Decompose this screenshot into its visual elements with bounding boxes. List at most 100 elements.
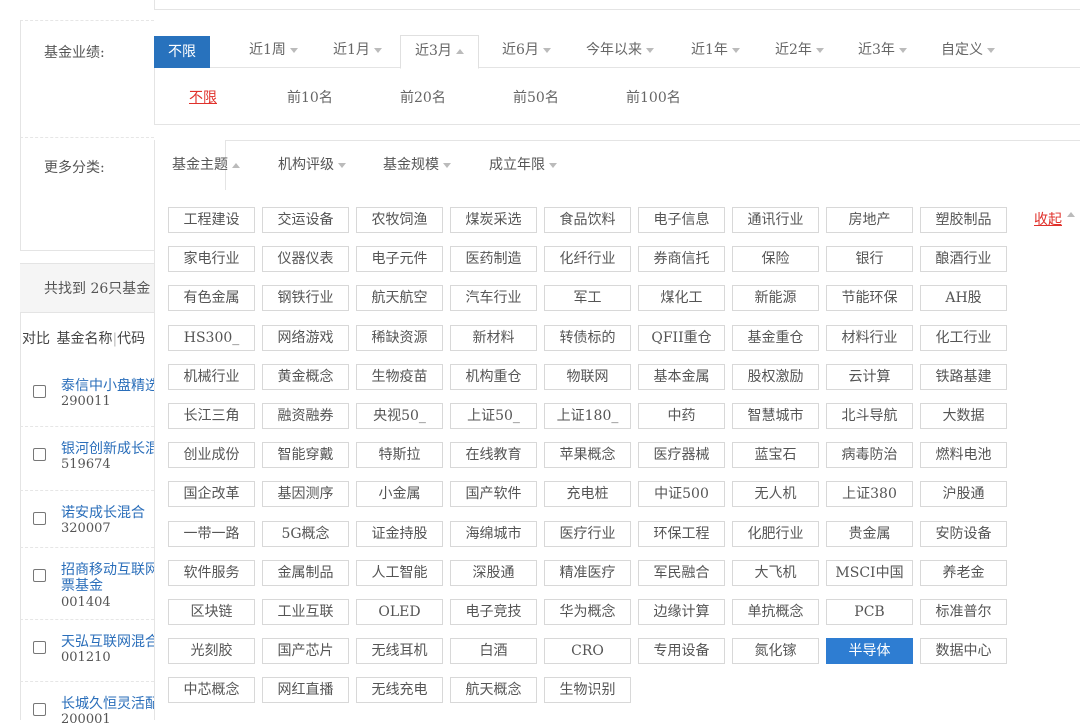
theme-tag[interactable]: 酿酒行业: [920, 246, 1007, 273]
theme-tag[interactable]: 小金属: [356, 481, 443, 508]
theme-tag[interactable]: AH股: [920, 285, 1007, 312]
fund-name-link[interactable]: 银河创新成长混合: [61, 438, 154, 458]
theme-tag[interactable]: 基因测序: [262, 481, 349, 508]
theme-tag[interactable]: 数据中心: [920, 638, 1007, 665]
compare-checkbox[interactable]: [33, 703, 46, 716]
theme-tag[interactable]: 无人机: [732, 481, 819, 508]
theme-tag[interactable]: 稀缺资源: [356, 324, 443, 351]
theme-tag[interactable]: 5G概念: [262, 520, 349, 547]
col-name[interactable]: 基金名称: [56, 331, 112, 347]
theme-tag[interactable]: 无线充电: [356, 677, 443, 704]
theme-tag[interactable]: 网红直播: [262, 677, 349, 704]
theme-tag[interactable]: 在线教育: [450, 442, 537, 469]
theme-tag[interactable]: 贵金属: [826, 520, 913, 547]
category-tab-3[interactable]: 成立年限: [489, 154, 557, 174]
theme-tag[interactable]: 精准医疗: [544, 559, 631, 586]
category-tab-1[interactable]: 机构评级: [278, 154, 346, 174]
theme-tag[interactable]: 交运设备: [262, 207, 349, 233]
theme-tag[interactable]: 深股通: [450, 559, 537, 586]
theme-tag[interactable]: OLED: [356, 599, 443, 625]
theme-tag[interactable]: 物联网: [544, 363, 631, 390]
theme-tag[interactable]: 钢铁行业: [262, 285, 349, 312]
theme-tag[interactable]: 单抗概念: [732, 599, 819, 625]
collapse-link[interactable]: 收起: [1034, 209, 1062, 229]
theme-tag[interactable]: 生物疫苗: [356, 363, 443, 390]
period-tab-9[interactable]: 自定义: [941, 36, 995, 66]
category-tab-2[interactable]: 基金规模: [383, 154, 451, 174]
theme-tag[interactable]: 白酒: [450, 638, 537, 665]
theme-tag[interactable]: 煤化工: [638, 285, 725, 312]
theme-tag[interactable]: 机构重仓: [450, 363, 537, 390]
theme-tag[interactable]: 航天概念: [450, 677, 537, 704]
theme-tag[interactable]: 长江三角: [168, 403, 255, 429]
theme-tag[interactable]: 软件服务: [168, 559, 255, 586]
theme-tag[interactable]: 养老金: [920, 559, 1007, 586]
theme-tag[interactable]: 军民融合: [638, 559, 725, 586]
theme-tag[interactable]: 化纤行业: [544, 246, 631, 273]
theme-tag[interactable]: 证金持股: [356, 520, 443, 547]
theme-tag[interactable]: HS300_: [168, 324, 255, 351]
theme-tag[interactable]: 国产芯片: [262, 638, 349, 665]
theme-tag[interactable]: 工程建设: [168, 207, 255, 233]
theme-tag[interactable]: 电子元件: [356, 246, 443, 273]
period-tab-1[interactable]: 近1周: [249, 36, 298, 66]
theme-tag[interactable]: 氮化镓: [732, 638, 819, 665]
rank-option-3[interactable]: 前50名: [513, 87, 559, 107]
theme-tag[interactable]: 充电桩: [544, 481, 631, 508]
theme-tag[interactable]: 网络游戏: [262, 324, 349, 351]
period-tab-8[interactable]: 近3年: [858, 36, 907, 66]
theme-tag[interactable]: MSCI中国: [826, 559, 913, 586]
fund-name-link-cont[interactable]: 票基金: [61, 575, 103, 595]
theme-tag[interactable]: 央视50_: [356, 403, 443, 429]
period-tab-3[interactable]: 近3月: [400, 35, 479, 69]
theme-tag[interactable]: QFII重仓: [638, 324, 725, 351]
theme-tag[interactable]: 转债标的: [544, 324, 631, 351]
compare-checkbox[interactable]: [33, 569, 46, 582]
rank-option-2[interactable]: 前20名: [400, 87, 446, 107]
theme-tag[interactable]: 无线耳机: [356, 638, 443, 665]
period-tab-2[interactable]: 近1月: [333, 36, 382, 66]
theme-tag[interactable]: 云计算: [826, 363, 913, 390]
theme-tag[interactable]: 国产软件: [450, 481, 537, 508]
theme-tag[interactable]: 航天航空: [356, 285, 443, 312]
theme-tag[interactable]: 沪股通: [920, 481, 1007, 508]
theme-tag[interactable]: 通讯行业: [732, 207, 819, 233]
theme-tag[interactable]: 区块链: [168, 599, 255, 625]
fund-name-link[interactable]: 泰信中小盘精选: [61, 375, 154, 395]
theme-tag[interactable]: 农牧饲渔: [356, 207, 443, 233]
theme-tag[interactable]: 金属制品: [262, 559, 349, 586]
theme-tag[interactable]: 有色金属: [168, 285, 255, 312]
theme-tag[interactable]: 中芯概念: [168, 677, 255, 704]
category-tab-0[interactable]: 基金主题: [172, 154, 240, 174]
theme-tag[interactable]: 燃料电池: [920, 442, 1007, 469]
theme-tag[interactable]: 人工智能: [356, 559, 443, 586]
theme-tag[interactable]: 化工行业: [920, 324, 1007, 351]
compare-checkbox[interactable]: [33, 512, 46, 525]
theme-tag[interactable]: 塑胶制品: [920, 207, 1007, 233]
theme-tag[interactable]: 食品饮料: [544, 207, 631, 233]
theme-tag[interactable]: 仪器仪表: [262, 246, 349, 273]
theme-tag[interactable]: 环保工程: [638, 520, 725, 547]
theme-tag[interactable]: CRO: [544, 638, 631, 665]
theme-tag[interactable]: 半导体: [826, 638, 913, 665]
period-tab-7[interactable]: 近2年: [775, 36, 824, 66]
compare-checkbox[interactable]: [33, 448, 46, 461]
theme-tag[interactable]: 材料行业: [826, 324, 913, 351]
theme-tag[interactable]: 上证380: [826, 481, 913, 508]
theme-tag[interactable]: 新材料: [450, 324, 537, 351]
theme-tag[interactable]: 医疗器械: [638, 442, 725, 469]
theme-tag[interactable]: 融资融券: [262, 403, 349, 429]
theme-tag[interactable]: 光刻胶: [168, 638, 255, 665]
theme-tag[interactable]: 标准普尔: [920, 599, 1007, 625]
theme-tag[interactable]: 华为概念: [544, 599, 631, 625]
theme-tag[interactable]: 生物识别: [544, 677, 631, 704]
theme-tag[interactable]: 医疗行业: [544, 520, 631, 547]
theme-tag[interactable]: 大数据: [920, 403, 1007, 429]
theme-tag[interactable]: 电子竞技: [450, 599, 537, 625]
theme-tag[interactable]: 军工: [544, 285, 631, 312]
theme-tag[interactable]: 节能环保: [826, 285, 913, 312]
rank-option-0[interactable]: 不限: [189, 87, 217, 107]
theme-tag[interactable]: 智慧城市: [732, 403, 819, 429]
theme-tag[interactable]: 房地产: [826, 207, 913, 233]
fund-name-link[interactable]: 诺安成长混合: [61, 502, 154, 522]
